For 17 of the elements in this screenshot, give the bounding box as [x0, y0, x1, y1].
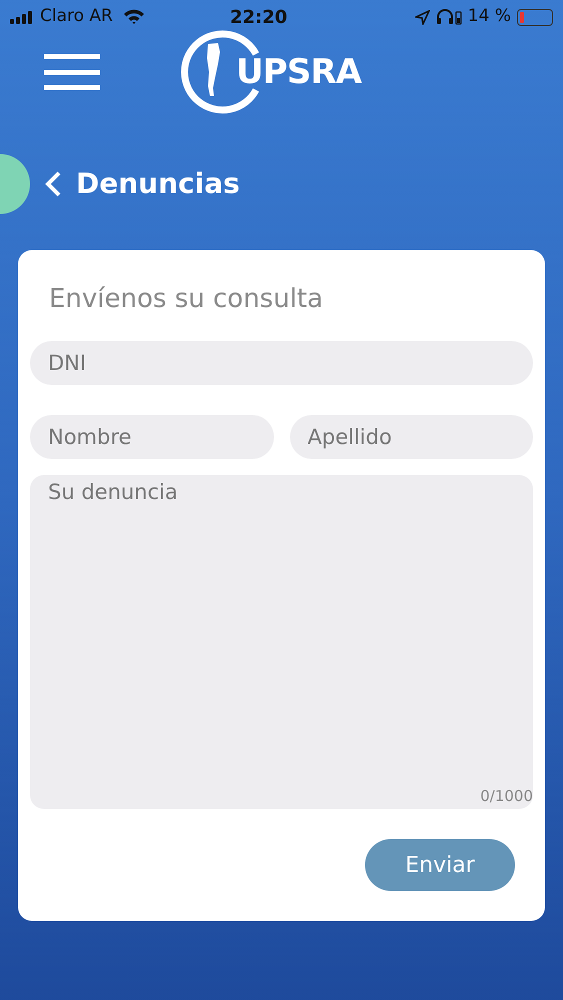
form-title: Envíenos su consulta — [49, 283, 324, 316]
text-input-field[interactable]: DNI — [30, 341, 533, 385]
clock-time: 22:20 — [230, 6, 288, 30]
submit-button[interactable]: Enviar — [365, 839, 515, 891]
battery-percentage: 14 % — [468, 5, 511, 28]
back-link[interactable]: Denuncias — [44, 163, 240, 205]
logo-text: UPSRA — [236, 50, 362, 94]
character-counter: 0/1000 — [480, 786, 533, 806]
back-chevron-icon — [44, 170, 62, 198]
location-arrow-icon — [414, 10, 430, 24]
text-input-field[interactable]: Apellido — [290, 415, 533, 459]
menu-icon[interactable] — [44, 54, 100, 90]
battery-icon — [517, 8, 553, 26]
wifi-icon — [122, 9, 145, 25]
headphones-icon — [436, 9, 462, 25]
carrier-name: Claro AR — [40, 5, 113, 28]
text-input-field[interactable]: Nombre — [30, 415, 274, 459]
